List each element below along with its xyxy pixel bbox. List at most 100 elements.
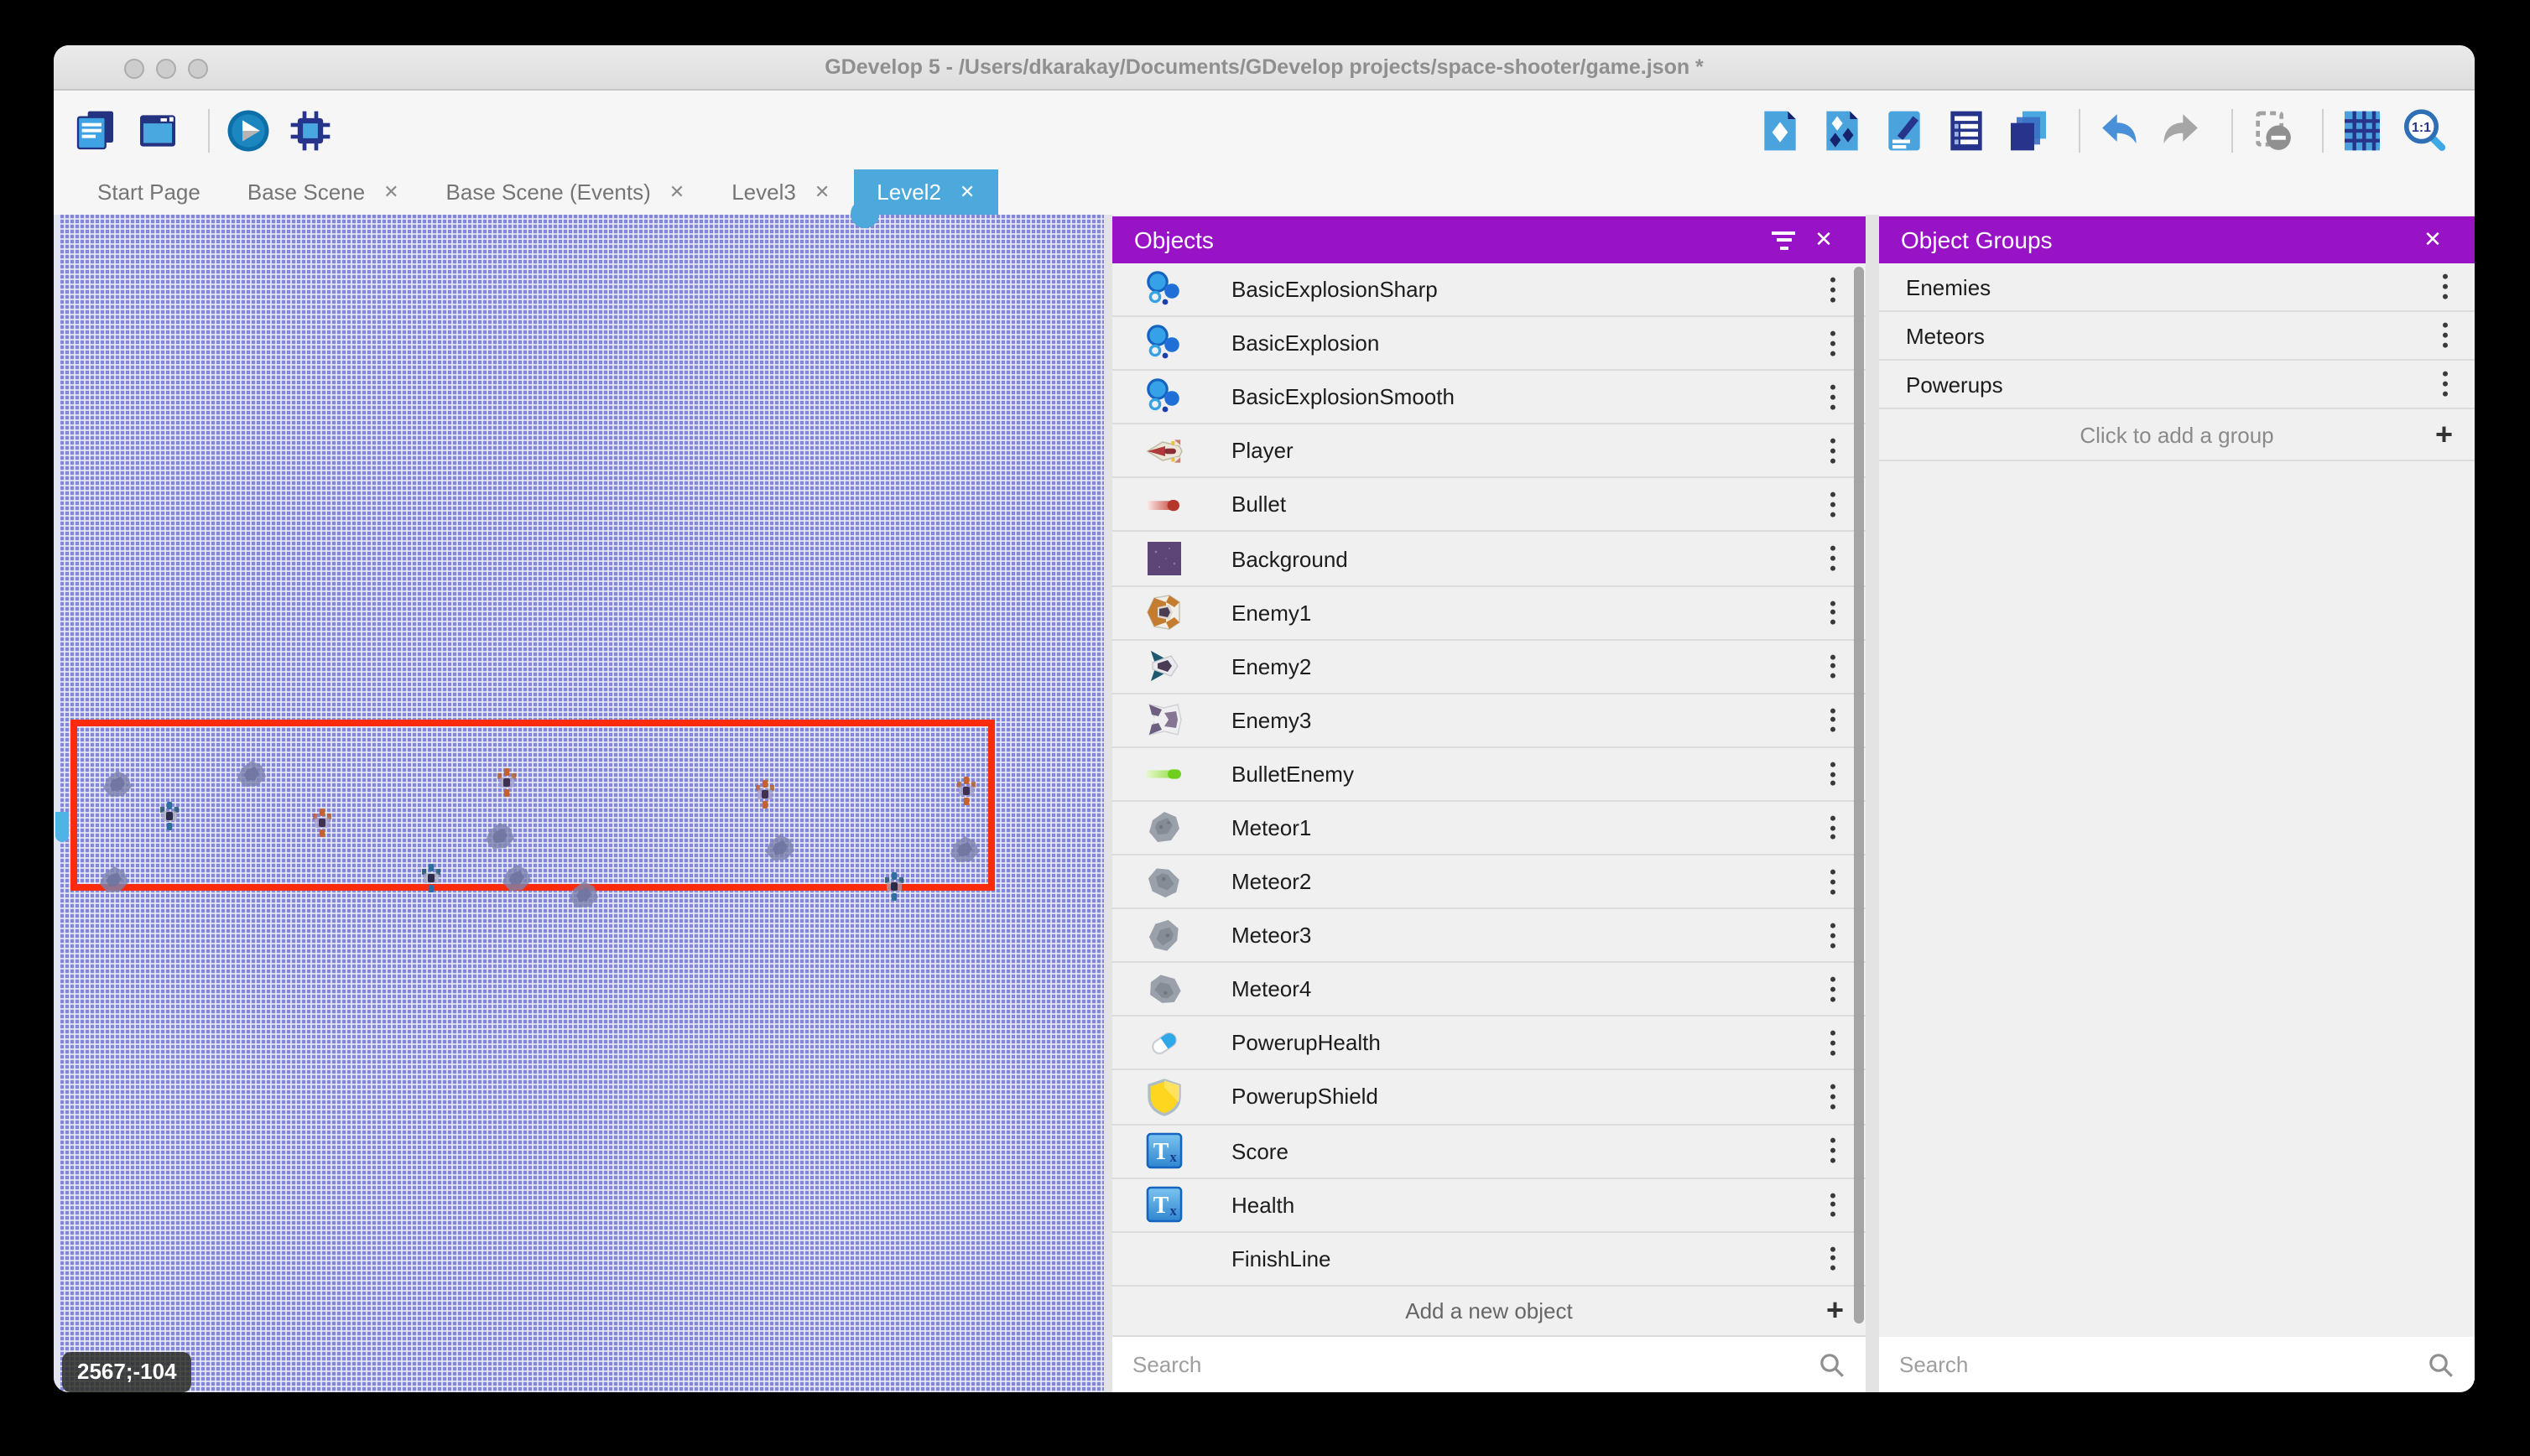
search-icon	[1819, 1351, 1845, 1378]
object-row-enemy2[interactable]: Enemy2	[1112, 640, 1866, 694]
object-row-score[interactable]: TxScore	[1112, 1125, 1866, 1178]
panel-divider[interactable]	[1104, 215, 1112, 1392]
tab-level2[interactable]: Level2✕	[853, 169, 998, 215]
kebab-menu-icon[interactable]	[1827, 595, 1839, 631]
zoom-1-1-icon[interactable]: 1:1	[2399, 105, 2449, 155]
object-row-enemy3[interactable]: Enemy3	[1112, 694, 1866, 748]
kebab-menu-icon[interactable]	[2439, 318, 2451, 354]
title-bar: GDevelop 5 - /Users/dkarakay/Documents/G…	[54, 45, 2475, 91]
kebab-menu-icon[interactable]	[1827, 379, 1839, 415]
kebab-menu-icon[interactable]	[1827, 648, 1839, 684]
close-tab-icon[interactable]: ✕	[669, 181, 685, 203]
close-tab-icon[interactable]: ✕	[383, 181, 398, 203]
object-row-meteor1[interactable]: Meteor1	[1112, 802, 1866, 855]
object-row-health[interactable]: TxHealth	[1112, 1178, 1866, 1232]
kebab-menu-icon[interactable]	[1827, 1133, 1839, 1169]
instance-enemy-orange[interactable]	[312, 809, 332, 837]
kebab-menu-icon[interactable]	[2439, 269, 2451, 305]
instance-meteor[interactable]	[567, 879, 601, 909]
kebab-menu-icon[interactable]	[1827, 918, 1839, 954]
object-row-finishline[interactable]: FinishLine	[1112, 1232, 1866, 1286]
groups-search-input[interactable]	[1899, 1352, 2428, 1377]
scene-canvas[interactable]: 2567;-104	[54, 215, 1104, 1392]
tab-start-page[interactable]: Start Page	[74, 169, 224, 215]
instance-meteor[interactable]	[483, 820, 517, 850]
object-row-bullet[interactable]: Bullet	[1112, 479, 1866, 533]
kebab-menu-icon[interactable]	[1827, 325, 1839, 361]
close-tab-icon[interactable]: ✕	[815, 181, 830, 203]
object-row-background[interactable]: Background	[1112, 533, 1866, 586]
project-manager-icon[interactable]	[70, 105, 121, 155]
instance-meteor[interactable]	[235, 758, 268, 788]
instance-enemy-orange[interactable]	[755, 780, 775, 809]
objects-panel-icon[interactable]	[1755, 105, 1805, 155]
plus-icon[interactable]: +	[2435, 419, 2453, 450]
object-row-bulletenemy[interactable]: BulletEnemy	[1112, 748, 1866, 802]
undo-icon[interactable]	[2094, 105, 2144, 155]
meteor1-thumbnail-icon	[1144, 808, 1184, 848]
grid-icon[interactable]	[2337, 105, 2387, 155]
group-row-powerups[interactable]: Powerups	[1879, 361, 2475, 409]
add-object-row[interactable]: Add a new object +	[1112, 1287, 1866, 1337]
object-row-poweruphealth[interactable]: PowerupHealth	[1112, 1017, 1866, 1071]
add-group-row[interactable]: Click to add a group +	[1879, 409, 2475, 461]
instance-meteor[interactable]	[500, 862, 534, 892]
instance-enemy-orange[interactable]	[497, 768, 517, 797]
objects-scrollbar[interactable]	[1854, 267, 1864, 1323]
tab-base-scene[interactable]: Base Scene✕	[224, 169, 423, 215]
debug-icon[interactable]	[285, 105, 336, 155]
kebab-menu-icon[interactable]	[1827, 272, 1839, 308]
instance-meteor[interactable]	[763, 832, 797, 862]
object-row-player[interactable]: Player	[1112, 425, 1866, 479]
object-row-meteor3[interactable]: Meteor3	[1112, 909, 1866, 963]
kebab-menu-icon[interactable]	[1827, 810, 1839, 846]
object-groups-panel-icon[interactable]	[1817, 105, 1867, 155]
instance-meteor[interactable]	[948, 834, 981, 864]
kebab-menu-icon[interactable]	[1827, 433, 1839, 469]
panel-divider[interactable]	[1866, 215, 1879, 1392]
object-row-basicexplosionsmooth[interactable]: BasicExplosionSmooth	[1112, 371, 1866, 424]
mask-preview-icon[interactable]	[2246, 105, 2297, 155]
kebab-menu-icon[interactable]	[1827, 1240, 1839, 1277]
kebab-menu-icon[interactable]	[1827, 971, 1839, 1007]
group-row-meteors[interactable]: Meteors	[1879, 312, 2475, 361]
active-tab-bump	[850, 200, 878, 228]
object-row-basicexplosion[interactable]: BasicExplosion	[1112, 317, 1866, 371]
play-preview-icon[interactable]	[223, 105, 273, 155]
instance-meteor[interactable]	[97, 864, 131, 894]
instance-enemy-blue[interactable]	[421, 864, 441, 892]
kebab-menu-icon[interactable]	[1827, 756, 1839, 792]
close-icon[interactable]: ✕	[2413, 220, 2453, 260]
instance-enemy-blue[interactable]	[159, 802, 180, 830]
object-row-meteor4[interactable]: Meteor4	[1112, 963, 1866, 1017]
properties-icon[interactable]	[1879, 105, 1929, 155]
object-row-enemy1[interactable]: Enemy1	[1112, 586, 1866, 640]
kebab-menu-icon[interactable]	[2439, 367, 2451, 403]
instances-list-icon[interactable]	[1941, 105, 1991, 155]
instance-enemy-blue[interactable]	[884, 872, 904, 901]
kebab-menu-icon[interactable]	[1827, 1187, 1839, 1223]
tab-level3[interactable]: Level3✕	[708, 169, 853, 215]
kebab-menu-icon[interactable]	[1827, 1079, 1839, 1115]
object-row-powerupshield[interactable]: PowerupShield	[1112, 1071, 1866, 1125]
kebab-menu-icon[interactable]	[1827, 487, 1839, 523]
kebab-menu-icon[interactable]	[1827, 702, 1839, 738]
tab-base-scene-events-[interactable]: Base Scene (Events)✕	[423, 169, 709, 215]
canvas-scroll-indicator[interactable]	[55, 812, 69, 842]
close-icon[interactable]: ✕	[1804, 220, 1844, 260]
kebab-menu-icon[interactable]	[1827, 541, 1839, 577]
kebab-menu-icon[interactable]	[1827, 864, 1839, 900]
close-tab-icon[interactable]: ✕	[960, 181, 975, 203]
instance-enemy-orange[interactable]	[956, 777, 976, 805]
layers-icon[interactable]	[2003, 105, 2054, 155]
kebab-menu-icon[interactable]	[1827, 1025, 1839, 1061]
scene-editor-icon[interactable]	[133, 105, 183, 155]
instance-meteor[interactable]	[101, 768, 134, 798]
object-row-basicexplosionsharp[interactable]: BasicExplosionSharp	[1112, 263, 1866, 317]
filter-icon[interactable]	[1763, 220, 1804, 260]
group-row-enemies[interactable]: Enemies	[1879, 263, 2475, 312]
objects-search-input[interactable]	[1132, 1352, 1819, 1377]
plus-icon[interactable]: +	[1826, 1296, 1844, 1326]
object-row-meteor2[interactable]: Meteor2	[1112, 855, 1866, 909]
redo-icon[interactable]	[2156, 105, 2206, 155]
